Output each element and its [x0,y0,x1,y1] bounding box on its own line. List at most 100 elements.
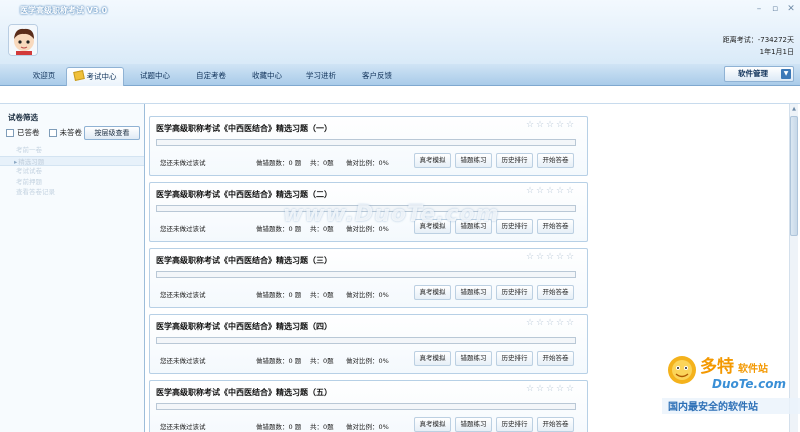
answered-checkbox[interactable] [6,128,14,137]
rating-star-icon[interactable]: ☆ [535,252,545,262]
tab-label: 客户反馈 [362,71,392,80]
svg-text:国内最安全的软件站: 国内最安全的软件站 [668,400,758,413]
tab-label: 试题中心 [140,71,170,80]
sidebar-item[interactable]: 考前押题 [0,177,144,188]
window-controls: – ▫ ✕ [754,4,796,14]
rating-star-icon[interactable]: ☆ [545,384,555,394]
close-icon[interactable]: ✕ [786,4,796,14]
card-status: 您还未做过该试 [160,291,206,299]
card-title: 医学高级职称考试《中西医结合》精选习题（三） [156,256,332,265]
tab-welcome[interactable]: 欢迎页 [22,67,66,86]
rating-star-icon[interactable]: ☆ [535,318,545,328]
wrong-practice-button[interactable]: 错题练习 [455,285,492,300]
start-exam-button[interactable]: 开始答卷 [537,285,574,300]
sidebar-item[interactable]: 考前一卷 [0,145,144,156]
rating-star-icon[interactable]: ☆ [565,186,575,196]
rating-star-icon[interactable]: ☆ [525,252,535,262]
toolbar-strip [0,86,800,104]
filter-checkboxes: 已答卷 未答卷 [6,127,88,138]
scroll-up-icon[interactable]: ▲ [790,104,798,114]
history-ranking-button[interactable]: 历史排行 [496,417,533,432]
unanswered-checkbox[interactable] [48,128,57,137]
progress-bar [156,403,576,410]
history-ranking-button[interactable]: 历史排行 [496,219,533,234]
card-title: 医学高级职称考试《中西医结合》精选习题（五） [156,388,332,397]
start-exam-button[interactable]: 开始答卷 [537,351,574,366]
rating-star-icon[interactable]: ☆ [565,120,575,130]
correct-ratio: 做对比例：0% [346,291,389,299]
wrong-count: 做错题数：0 题 [256,423,302,431]
card-title: 医学高级职称考试《中西医结合》精选习题（四） [156,322,332,331]
rating-star-icon[interactable]: ☆ [555,186,565,196]
rating-star-icon[interactable]: ☆ [535,186,545,196]
avatar[interactable] [8,24,38,56]
start-exam-button[interactable]: 开始答卷 [537,417,574,432]
sidebar-item-selected[interactable]: 精选习题 [0,155,144,166]
software-management-button[interactable]: 软件管理 ▼ [724,66,794,82]
card-status: 您还未做过该试 [160,357,206,365]
rating-star-icon[interactable]: ☆ [565,384,575,394]
sidebar-item[interactable]: 考试试卷 [0,166,144,177]
history-ranking-button[interactable]: 历史排行 [496,153,533,168]
watermark-logo: 多特 软件站 DuoTe.com 国内最安全的软件站 [662,350,800,432]
rating-star-icon[interactable]: ☆ [565,318,575,328]
mock-exam-button[interactable]: 真考模拟 [414,285,451,300]
card-title: 医学高级职称考试《中西医结合》精选习题（一） [156,124,332,133]
exam-card: 医学高级职称考试《中西医结合》精选习题（五） ☆ ☆ ☆ ☆ ☆ 您还未做过该试 做错题数：0… [149,380,588,432]
rating-star-icon[interactable]: ☆ [545,318,555,328]
wrong-practice-button[interactable]: 错题练习 [455,351,492,366]
tab-exam-center[interactable]: 考试中心 [66,67,124,86]
sidebar-item[interactable]: 查看答卷记录 [0,187,144,198]
card-title: 医学高级职称考试《中西医结合》精选习题（二） [156,190,332,199]
total-count: 共：0题 [310,423,334,431]
tab-feedback[interactable]: 客户反馈 [354,67,400,86]
start-exam-button[interactable]: 开始答卷 [537,219,574,234]
rating-star-icon[interactable]: ☆ [545,252,555,262]
mock-exam-button[interactable]: 真考模拟 [414,351,451,366]
rating-star-icon[interactable]: ☆ [535,384,545,394]
rating-stars: ☆ ☆ ☆ ☆ ☆ [525,186,575,196]
tab-question-center[interactable]: 试题中心 [132,67,178,86]
tab-favorites[interactable]: 收藏中心 [244,67,290,86]
restore-icon[interactable]: ▫ [770,4,780,14]
rating-star-icon[interactable]: ☆ [545,120,555,130]
minimize-icon[interactable]: – [754,4,764,14]
wrong-count: 做错题数：0 题 [256,357,302,365]
exam-date: 1年1月1日 [759,48,794,56]
mock-exam-button[interactable]: 真考模拟 [414,417,451,432]
rating-star-icon[interactable]: ☆ [545,186,555,196]
scroll-thumb[interactable] [790,116,798,236]
rating-star-icon[interactable]: ☆ [525,318,535,328]
paper-category-list: 考前一卷 精选习题 考试试卷 考前押题 查看答卷记录 [0,145,144,198]
software-management-label: 软件管理 [738,69,768,78]
rating-star-icon[interactable]: ☆ [525,186,535,196]
history-ranking-button[interactable]: 历史排行 [496,285,533,300]
rating-star-icon[interactable]: ☆ [555,120,565,130]
svg-text:多特: 多特 [700,356,734,377]
mock-exam-button[interactable]: 真考模拟 [414,153,451,168]
tab-custom-paper[interactable]: 自定考卷 [188,67,234,86]
rating-star-icon[interactable]: ☆ [565,252,575,262]
rating-star-icon[interactable]: ☆ [525,120,535,130]
tab-study-analysis[interactable]: 学习进析 [298,67,344,86]
rating-star-icon[interactable]: ☆ [555,384,565,394]
wrong-practice-button[interactable]: 错题练习 [455,417,492,432]
rating-star-icon[interactable]: ☆ [535,120,545,130]
rating-star-icon[interactable]: ☆ [525,384,535,394]
card-status: 您还未做过该试 [160,159,206,167]
view-by-hierarchy-button[interactable]: 按层级查看 [84,126,140,140]
card-status: 您还未做过该试 [160,423,206,431]
wrong-count: 做错题数：0 题 [256,159,302,167]
rating-star-icon[interactable]: ☆ [555,318,565,328]
rating-star-icon[interactable]: ☆ [555,252,565,262]
correct-ratio: 做对比例：0% [346,159,389,167]
wrong-practice-button[interactable]: 错题练习 [455,153,492,168]
progress-bar [156,337,576,344]
pencil-icon [72,70,85,81]
start-exam-button[interactable]: 开始答卷 [537,153,574,168]
chevron-down-icon: ▼ [781,69,791,79]
svg-text:软件站: 软件站 [738,362,768,375]
main-nav: 欢迎页 考试中心 试题中心 自定考卷 收藏中心 学习进析 客户反馈 软件管理 ▼ [0,64,800,86]
user-avatar-icon [9,25,37,55]
history-ranking-button[interactable]: 历史排行 [496,351,533,366]
